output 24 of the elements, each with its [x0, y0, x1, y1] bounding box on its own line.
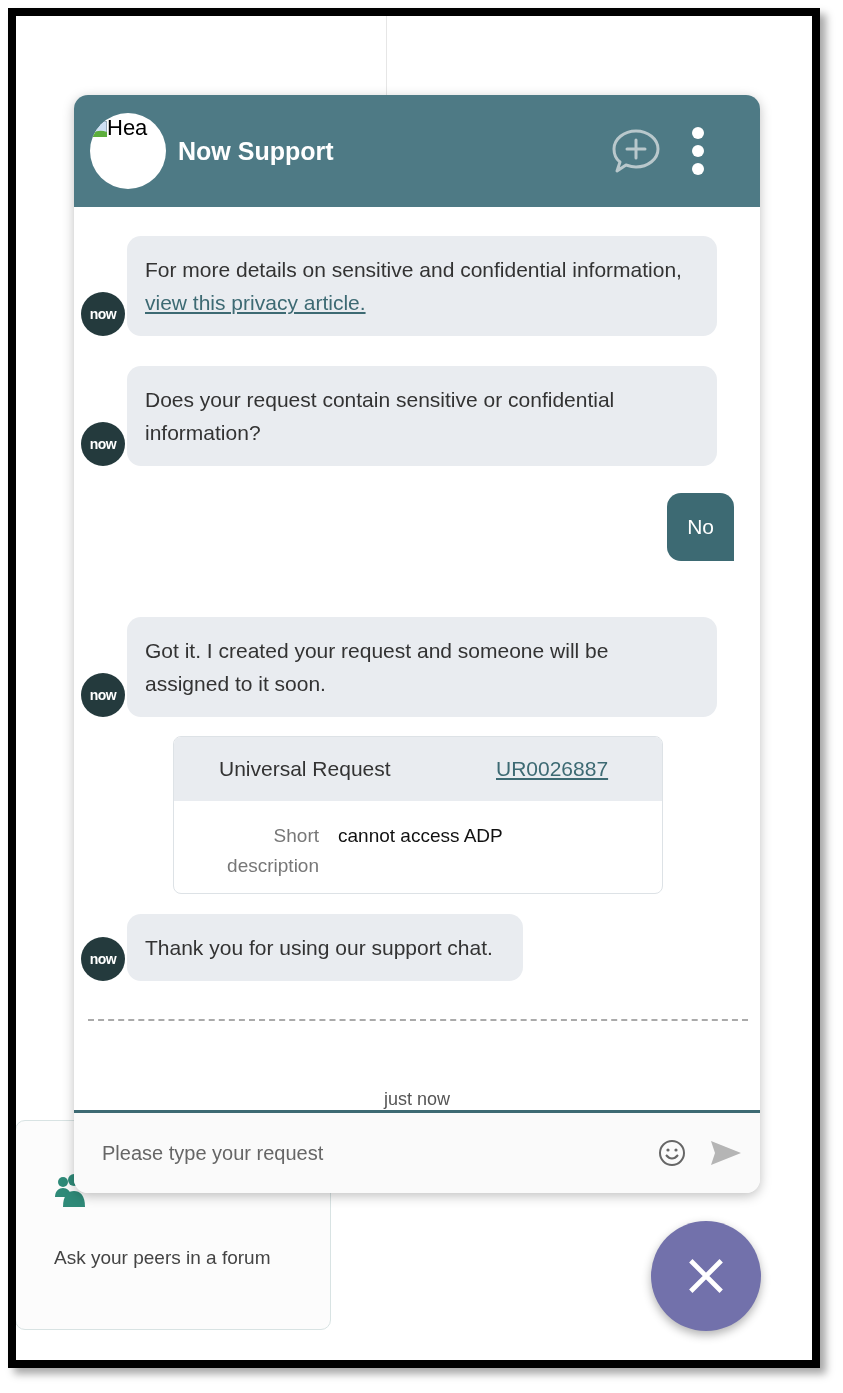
bot-avatar: now — [81, 673, 125, 717]
close-button[interactable] — [651, 1221, 761, 1331]
bot-avatar: now — [81, 422, 125, 466]
emoji-icon[interactable] — [658, 1139, 686, 1167]
card-title: Universal Request — [219, 757, 392, 781]
more-options-icon[interactable] — [691, 126, 705, 176]
request-number-link[interactable]: UR0026887 — [496, 757, 609, 781]
bot-message: Thank you for using our support chat. — [127, 914, 523, 981]
card-subtitle: Ask your peers in a forum — [54, 1247, 272, 1269]
timestamp: just now — [382, 1088, 451, 1110]
bot-message: For more details on sensitive and confidential information, view this privacy article. — [127, 236, 717, 336]
bot-avatar: now — [81, 937, 125, 981]
privacy-article-link[interactable]: view this privacy article. — [145, 291, 366, 314]
user-message: No — [667, 493, 734, 561]
broken-image-icon — [93, 121, 107, 137]
bot-avatar: now — [81, 292, 125, 336]
bot-message: Does your request contain sensitive or confidential information? — [127, 366, 717, 466]
bot-message: Got it. I created your request and someone will be assigned to it soon. — [127, 617, 717, 717]
field-label: Short description — [226, 824, 319, 878]
chat-title: Now Support — [178, 136, 335, 166]
new-chat-icon[interactable] — [611, 128, 661, 174]
field-value: cannot access ADP — [338, 824, 503, 848]
close-icon — [687, 1257, 725, 1295]
avatar-alt-text: Hea — [107, 117, 148, 139]
